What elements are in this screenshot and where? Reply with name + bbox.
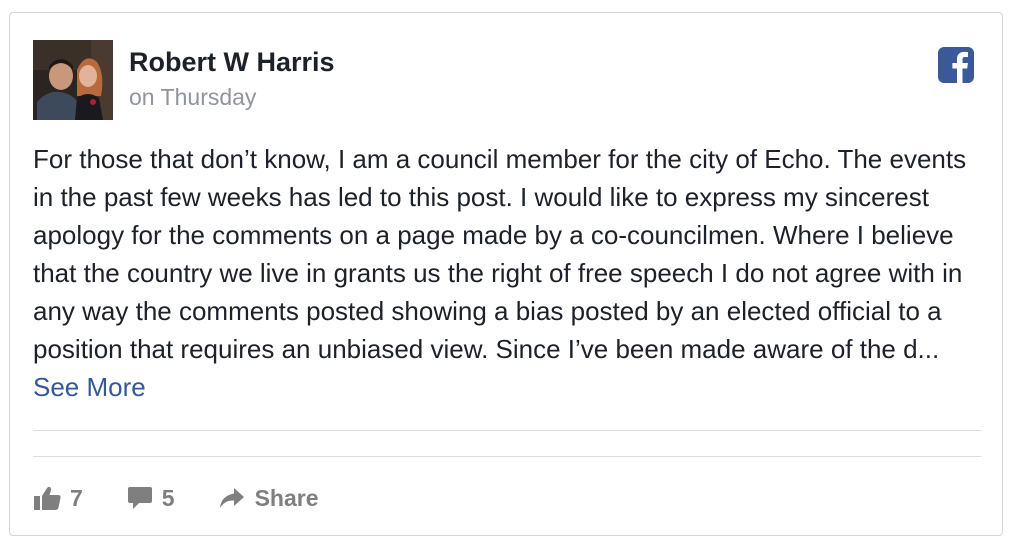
divider xyxy=(33,430,981,431)
post-card: Robert W Harris on Thursday For those th… xyxy=(9,12,1003,536)
post-timestamp[interactable]: on Thursday xyxy=(129,83,256,111)
share-arrow-icon xyxy=(219,488,244,508)
comment-count: 5 xyxy=(161,484,175,511)
like-count: 7 xyxy=(70,484,83,511)
avatar-photo xyxy=(33,40,113,120)
share-button[interactable]: Share xyxy=(219,485,319,512)
comment-button[interactable]: 5 xyxy=(127,485,175,512)
see-more-link[interactable]: See More xyxy=(33,372,146,402)
author-avatar[interactable] xyxy=(33,40,113,120)
facebook-icon[interactable] xyxy=(938,47,974,83)
divider xyxy=(33,456,981,457)
post-body-text: For those that don’t know, I am a counci… xyxy=(33,144,967,364)
like-button[interactable]: 7 xyxy=(34,485,83,512)
post-actions: 7 5 Share xyxy=(34,480,319,516)
comment-icon xyxy=(127,487,152,509)
post-text: For those that don’t know, I am a counci… xyxy=(33,140,983,406)
thumbs-up-icon xyxy=(34,486,61,510)
author-name[interactable]: Robert W Harris xyxy=(129,46,335,78)
share-label: Share xyxy=(254,484,319,511)
